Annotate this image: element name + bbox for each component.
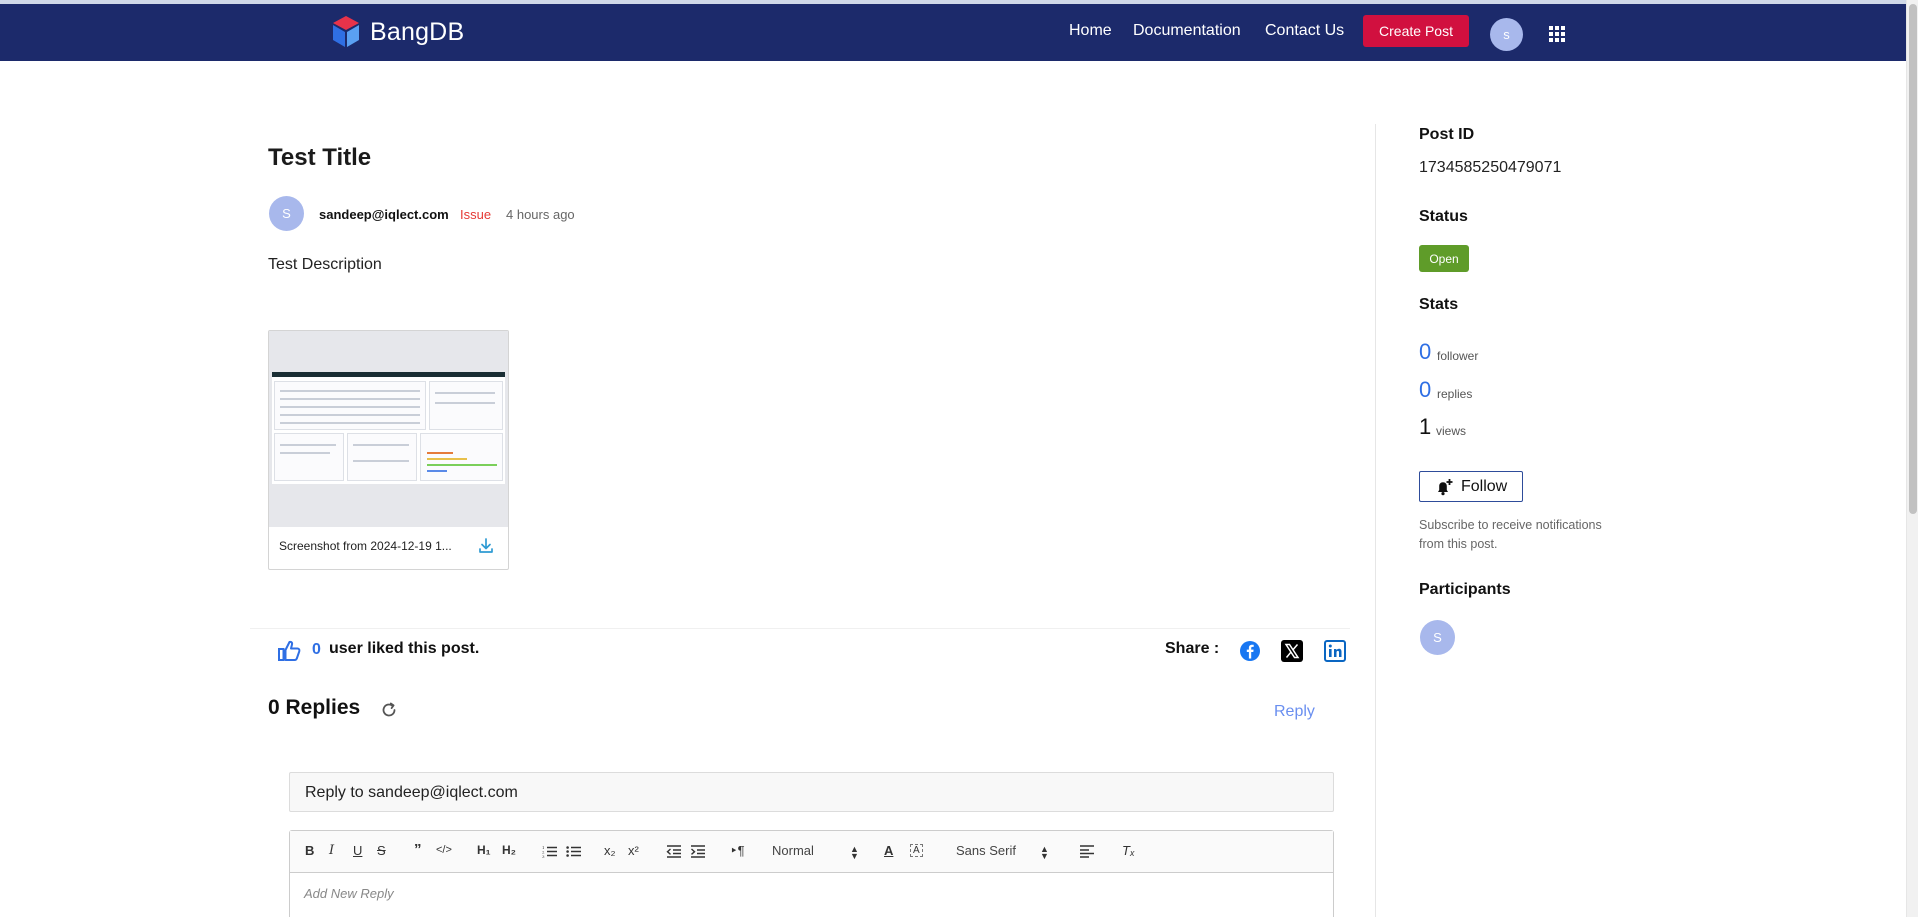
reply-editor[interactable]: B I U S ” </> H₁ H₂ 123 x₂ x² ‣¶ Normal …	[289, 830, 1334, 917]
editor-toolbar: B I U S ” </> H₁ H₂ 123 x₂ x² ‣¶ Normal …	[290, 831, 1333, 873]
ordered-list-icon[interactable]: 123	[542, 845, 558, 858]
bold-button[interactable]: B	[305, 843, 314, 858]
subscript-button[interactable]: x₂	[604, 843, 616, 858]
follower-count: 0	[1419, 339, 1432, 364]
replies-count: 0	[1419, 377, 1432, 402]
brand-name: BangDB	[370, 17, 465, 46]
scrollbar-thumb[interactable]	[1909, 4, 1917, 514]
heading-select-arrows-down-icon[interactable]: ▼	[850, 851, 859, 861]
reply-input-placeholder[interactable]: Add New Reply	[304, 886, 394, 901]
subscribe-text: Subscribe to receive notifications from …	[1419, 518, 1602, 551]
attachment-card[interactable]: Screenshot from 2024-12-19 1...	[268, 330, 509, 570]
user-avatar[interactable]: s	[1490, 18, 1523, 51]
linkedin-icon[interactable]	[1324, 640, 1346, 662]
outdent-icon[interactable]	[666, 845, 682, 858]
stats-label: Stats	[1419, 296, 1459, 313]
clear-format-icon[interactable]: Tₓ	[1122, 843, 1135, 858]
share-label: Share :	[1165, 640, 1220, 657]
attachment-thumbnail[interactable]	[269, 331, 508, 527]
font-select[interactable]: Sans Serif	[956, 843, 1016, 858]
views-count: 1	[1419, 414, 1432, 439]
screenshot-preview-image	[272, 372, 505, 484]
cube-logo-icon	[333, 16, 359, 47]
background-color-icon[interactable]: A	[910, 844, 923, 857]
sidebar-divider	[1375, 124, 1376, 917]
text-direction-icon[interactable]: ‣¶	[730, 843, 745, 859]
font-select-arrows-down-icon[interactable]: ▼	[1040, 851, 1049, 861]
reply-to-box: Reply to sandeep@iqlect.com	[289, 772, 1334, 812]
replies-label: replies	[1437, 387, 1473, 401]
attachment-filename: Screenshot from 2024-12-19 1...	[279, 539, 452, 553]
page-scrollbar[interactable]	[1906, 0, 1918, 917]
heading1-button[interactable]: H₁	[477, 843, 491, 857]
italic-button[interactable]: I	[329, 843, 334, 858]
participant-avatar[interactable]: S	[1420, 620, 1455, 655]
post-time: 4 hours ago	[506, 207, 575, 222]
brand-logo[interactable]: BangDB	[328, 14, 464, 50]
author-avatar: S	[269, 196, 304, 231]
heading-select[interactable]: Normal	[772, 843, 814, 858]
post-title: Test Title	[268, 144, 372, 171]
create-post-button[interactable]: Create Post	[1363, 15, 1469, 47]
facebook-icon[interactable]	[1239, 640, 1261, 662]
blockquote-icon[interactable]: ”	[414, 841, 422, 858]
post-type-tag: Issue	[460, 207, 492, 222]
bell-plus-icon	[1438, 478, 1453, 495]
reply-link[interactable]: Reply	[1274, 703, 1315, 721]
nav-home[interactable]: Home	[1069, 22, 1112, 40]
svg-text:3: 3	[542, 854, 545, 858]
heading2-button[interactable]: H₂	[502, 843, 516, 857]
align-left-icon[interactable]	[1079, 845, 1095, 858]
refresh-icon[interactable]	[380, 701, 398, 719]
apps-grid-icon[interactable]	[1549, 26, 1565, 42]
font-color-icon[interactable]: A	[884, 843, 893, 858]
superscript-button[interactable]: x²	[628, 843, 639, 858]
post-id-value: 1734585250479071	[1419, 159, 1562, 176]
code-icon[interactable]: </>	[436, 844, 452, 856]
like-text: user liked this post.	[329, 640, 480, 657]
nav-contact-us[interactable]: Contact Us	[1265, 22, 1344, 40]
strike-button[interactable]: S	[377, 843, 386, 858]
underline-button[interactable]: U	[353, 843, 362, 858]
content-divider	[250, 628, 1350, 629]
follower-label: follower	[1437, 349, 1479, 363]
post-id-label: Post ID	[1419, 126, 1475, 143]
replies-heading: 0 Replies	[268, 696, 361, 719]
status-badge: Open	[1419, 245, 1469, 272]
follow-button[interactable]: Follow	[1419, 471, 1523, 502]
reply-to-text: Reply to sandeep@iqlect.com	[305, 784, 518, 801]
author-name[interactable]: sandeep@iqlect.com	[319, 207, 449, 222]
participants-label: Participants	[1419, 581, 1511, 598]
like-count: 0	[312, 641, 321, 658]
follow-button-label: Follow	[1461, 477, 1508, 495]
status-label: Status	[1419, 208, 1468, 225]
post-description: Test Description	[268, 256, 382, 273]
nav-documentation[interactable]: Documentation	[1133, 22, 1241, 40]
bullet-list-icon[interactable]	[566, 845, 582, 858]
views-label: views	[1436, 424, 1467, 438]
indent-icon[interactable]	[690, 845, 706, 858]
download-icon[interactable]	[477, 537, 495, 555]
thumbs-up-icon[interactable]	[276, 638, 302, 664]
top-navbar: BangDB Home Documentation Contact Us Cre…	[0, 4, 1906, 61]
x-icon[interactable]	[1281, 640, 1303, 662]
